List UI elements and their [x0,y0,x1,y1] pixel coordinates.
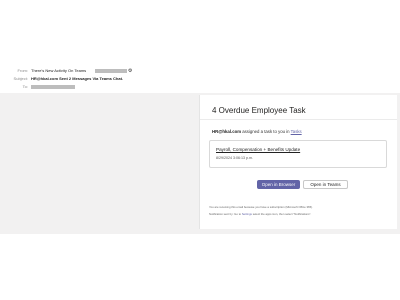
notification-card: 4 Overdue Employee Task HR@hkal.com assi… [199,95,397,229]
assigned-sender: HR@hkal.com [212,129,242,134]
to-label: To: [22,84,28,89]
task-date: 8/29/2024 3:06:13 p.m. [216,156,253,160]
gear-icon[interactable]: ⚙ [128,68,132,74]
task-title[interactable]: Payroll, Compensation + Benefits Update [216,147,300,152]
card-title: 4 Overdue Employee Task [212,106,306,115]
footer-subscription-note: You are receiving this email because you… [209,205,313,209]
footer-settings-note: Notification sent by: Go to Settings sel… [209,212,312,216]
task-item[interactable]: Payroll, Compensation + Benefits Update … [209,140,387,168]
email-header: From: There's New Activity On Teams ⚙ Su… [0,67,400,93]
from-value: There's New Activity On Teams [31,68,87,73]
title-divider [200,119,397,120]
open-in-browser-button[interactable]: Open in Browser [257,180,300,189]
assigned-text: assigned a task to you in [242,129,290,134]
open-in-teams-button[interactable]: Open in Teams [303,180,348,189]
subject-value: HR@hkal.com Sent 2 Messages Via Teams Ch… [31,76,124,81]
from-address-redacted [95,69,127,73]
assigned-line: HR@hkal.com assigned a task to you in Ta… [212,129,302,134]
from-label: From: [17,68,28,73]
settings-link[interactable]: Settings [242,212,252,216]
to-address-redacted [31,85,75,89]
subject-label: Subject: [13,76,28,81]
tasks-link[interactable]: Tasks [291,129,302,134]
